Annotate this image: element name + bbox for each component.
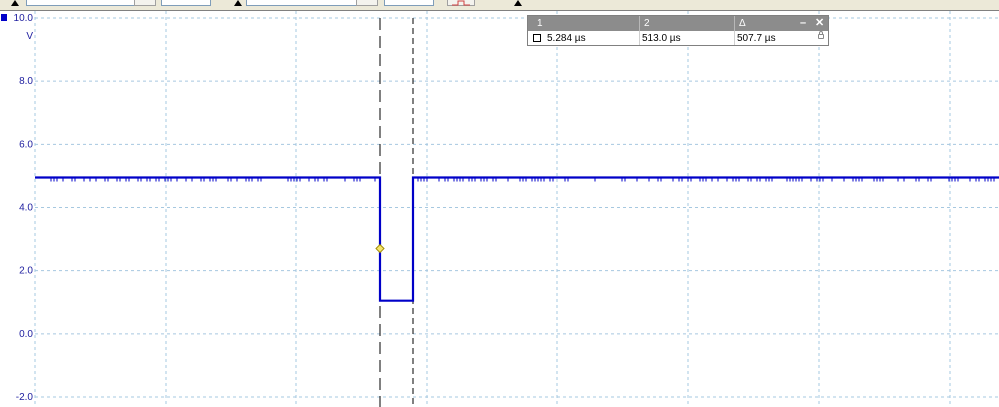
channel-a-indicator-icon	[1, 14, 7, 21]
trigger-dropdown-button[interactable]	[356, 0, 378, 6]
y-tick-label: 0.0	[19, 329, 33, 340]
delta-header: Δ	[739, 18, 746, 29]
y-unit-label: V	[26, 31, 33, 42]
dropdown-arrow-icon[interactable]	[11, 0, 19, 6]
timebase-dropdown-button[interactable]	[134, 0, 156, 6]
y-tick-label: 4.0	[19, 203, 33, 214]
time-cursors[interactable]	[379, 18, 414, 407]
dropdown-arrow-icon[interactable]	[234, 0, 242, 6]
lock-icon[interactable]	[818, 31, 824, 39]
trace-line	[35, 176, 999, 302]
close-button[interactable]: ✕	[815, 17, 824, 30]
cursor1-value: 5.284 µs	[547, 33, 586, 44]
y-tick-label: 10.0	[14, 13, 34, 24]
trigger-marker[interactable]	[375, 243, 385, 254]
trigger-mode-icon[interactable]	[447, 0, 475, 6]
cursor-measurement-panel[interactable]: 1 2 Δ – ✕ 5.284 µs 513.0 µs 507.7 µs	[527, 15, 829, 46]
cursor1-header: 1	[537, 18, 543, 29]
trace-channel-a	[35, 176, 999, 302]
trigger-delay-field[interactable]	[384, 0, 434, 6]
toolbar	[0, 0, 999, 11]
dropdown-arrow-icon[interactable]	[514, 0, 522, 6]
y-tick-label: 8.0	[19, 76, 33, 87]
channel-checkbox-icon[interactable]	[533, 34, 541, 42]
y-axis: 10.0 8.0 6.0 4.0 2.0 0.0 -2.0 V	[1, 13, 33, 403]
cursor2-header: 2	[644, 18, 650, 29]
y-tick-label: 6.0	[19, 139, 33, 150]
delta-value: 507.7 µs	[737, 33, 776, 44]
graticule	[34, 11, 999, 407]
cursor-panel-header[interactable]: 1 2 Δ – ✕	[528, 16, 828, 31]
scope-display[interactable]: 10.0 8.0 6.0 4.0 2.0 0.0 -2.0 V	[0, 11, 999, 407]
minimize-button[interactable]: –	[800, 17, 806, 30]
y-tick-label: -2.0	[16, 392, 34, 403]
samples-select[interactable]	[161, 0, 211, 6]
cursor2-value: 513.0 µs	[642, 33, 681, 44]
cursor-values-row: 5.284 µs 513.0 µs 507.7 µs	[528, 31, 828, 45]
y-tick-label: 2.0	[19, 266, 33, 277]
trigger-diamond-icon[interactable]	[375, 243, 385, 254]
